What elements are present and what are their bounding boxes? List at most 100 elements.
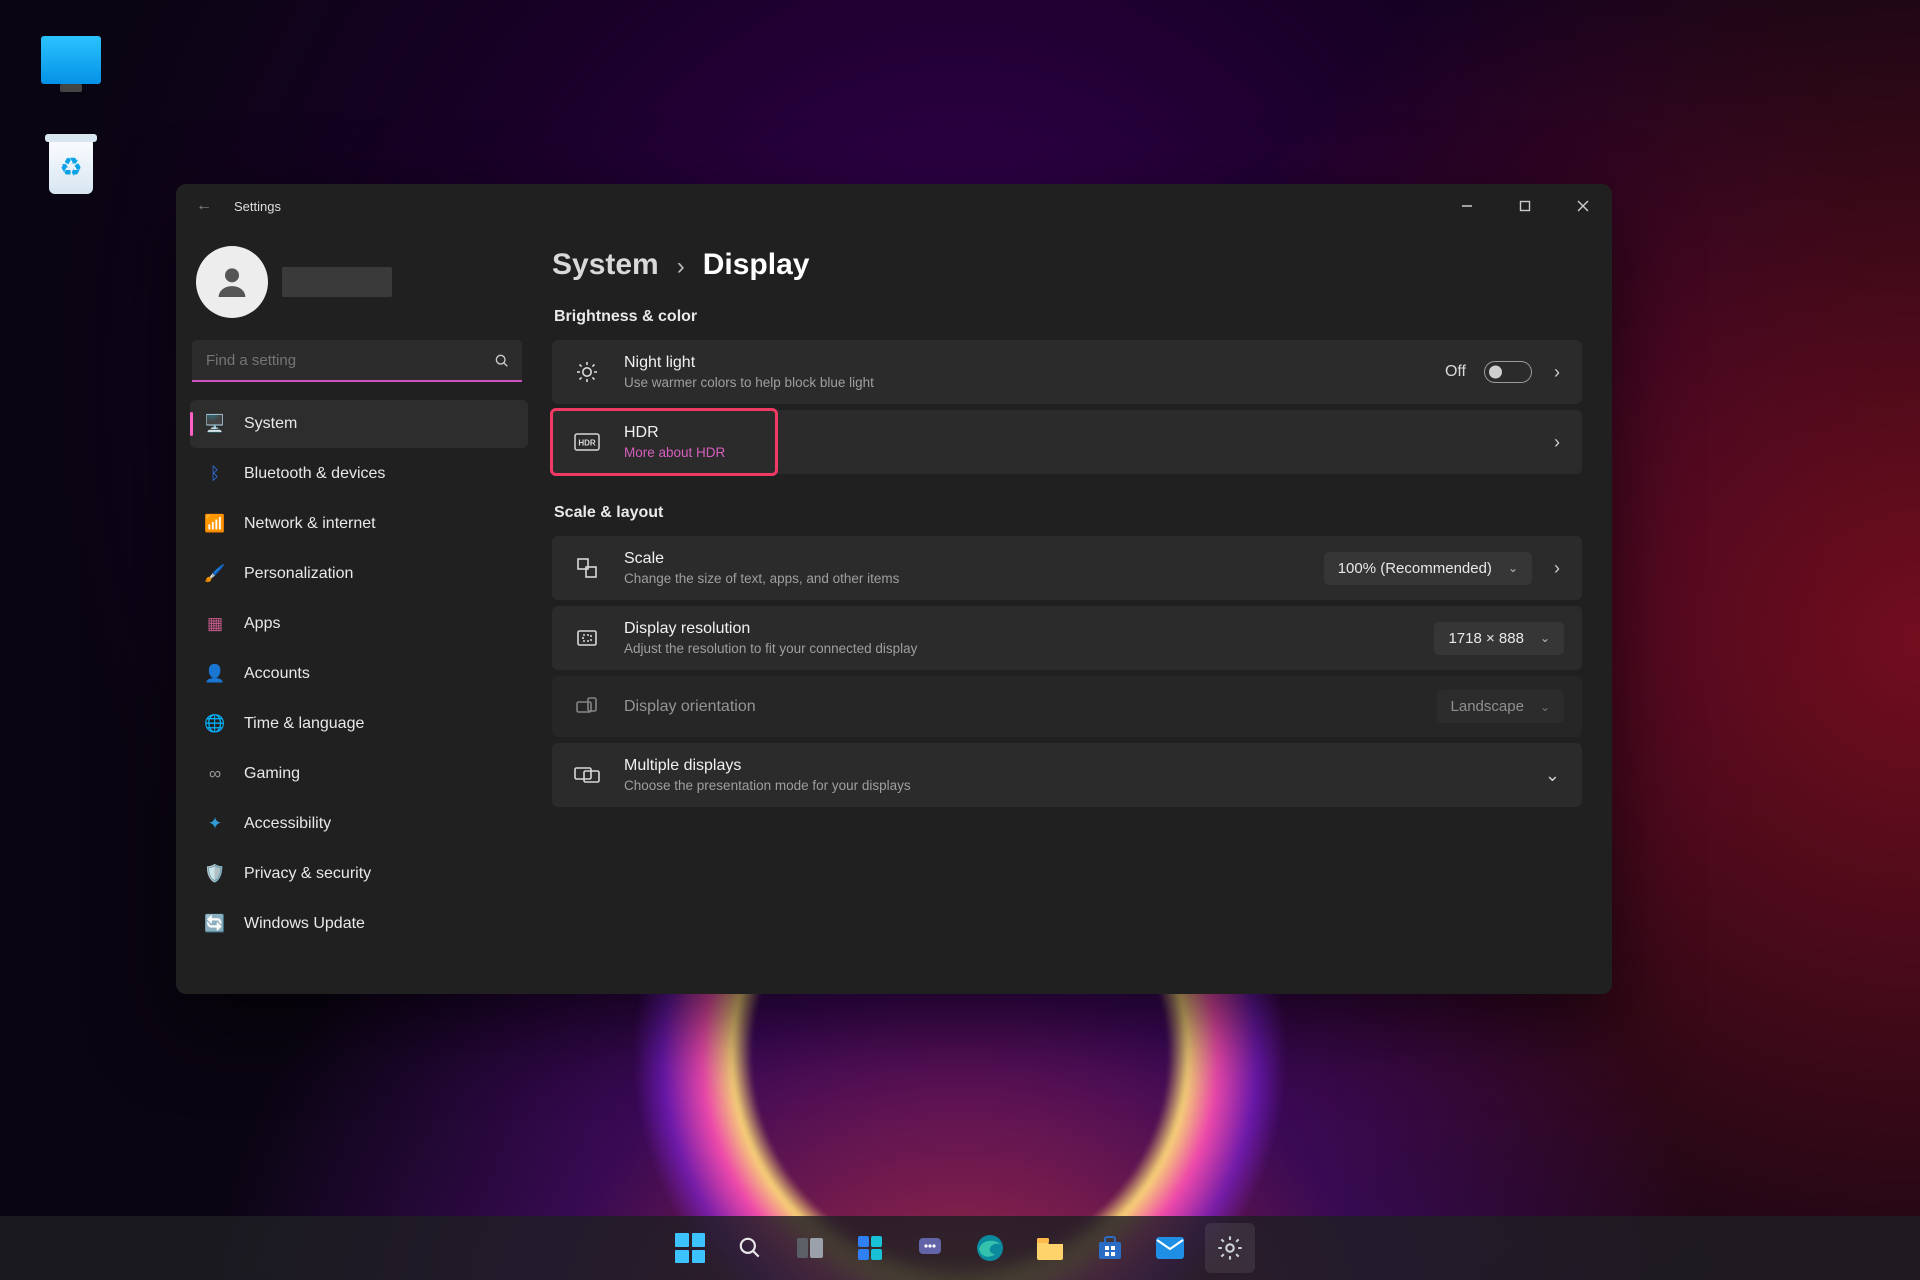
close-button[interactable] (1554, 184, 1612, 228)
window-title: Settings (234, 199, 281, 214)
chevron-right-icon: › (677, 253, 685, 281)
profile-block[interactable] (190, 238, 528, 340)
scale-dropdown[interactable]: 100% (Recommended) ⌄ (1324, 552, 1532, 585)
night-light-title: Night light (624, 354, 1425, 372)
chevron-down-icon[interactable]: ⌄ (1541, 765, 1564, 786)
minimize-button[interactable] (1438, 184, 1496, 228)
taskbar-mail[interactable] (1145, 1223, 1195, 1273)
sidebar-item-label: Accounts (244, 665, 310, 683)
monitor-icon (41, 36, 101, 84)
resolution-sub: Adjust the resolution to fit your connec… (624, 641, 1414, 656)
resolution-icon (570, 626, 604, 650)
card-scale[interactable]: Scale Change the size of text, apps, and… (552, 536, 1582, 600)
taskbar-widgets[interactable] (845, 1223, 895, 1273)
maximize-button[interactable] (1496, 184, 1554, 228)
sidebar-item-label: Gaming (244, 765, 300, 783)
night-light-state: Off (1445, 363, 1466, 381)
profile-name-redacted (282, 267, 392, 297)
orientation-title: Display orientation (624, 698, 1417, 716)
sidebar-item-system[interactable]: 🖥️System (190, 400, 528, 448)
sidebar: 🖥️System ᛒ Bluetooth & devices 📶 Network & i… (176, 228, 534, 994)
taskbar (0, 1216, 1920, 1280)
avatar-icon (196, 246, 268, 318)
chevron-right-icon[interactable]: › (1550, 362, 1564, 383)
taskbar-settings[interactable] (1205, 1223, 1255, 1273)
orientation-dropdown: Landscape ⌄ (1437, 690, 1564, 723)
multi-sub: Choose the presentation mode for your di… (624, 778, 1521, 793)
search-box[interactable] (192, 340, 522, 382)
resolution-dropdown[interactable]: 1718 × 888 ⌄ (1434, 622, 1564, 655)
chevron-down-icon: ⌄ (1508, 561, 1518, 575)
scale-title: Scale (624, 550, 1304, 568)
sidebar-item-personalization[interactable]: 🖌️ Personalization (190, 550, 528, 598)
breadcrumb-parent[interactable]: System (552, 248, 659, 282)
scale-icon (570, 556, 604, 580)
section-brightness-heading: Brightness & color (554, 308, 1582, 326)
desktop: ← Settings (0, 0, 1920, 1280)
sidebar-item-label: System (244, 415, 297, 433)
night-light-toggle[interactable] (1484, 361, 1532, 383)
multi-title: Multiple displays (624, 757, 1521, 775)
sidebar-item-label: Network & internet (244, 515, 376, 533)
taskbar-taskview[interactable] (785, 1223, 835, 1273)
night-light-icon (570, 360, 604, 384)
taskbar-store[interactable] (1085, 1223, 1135, 1273)
desktop-icon-recycle-bin[interactable] (30, 140, 112, 198)
sidebar-item-time-language[interactable]: 🌐Time & language (190, 700, 528, 748)
chevron-right-icon[interactable]: › (1550, 432, 1564, 453)
scale-value: 100% (Recommended) (1338, 560, 1492, 577)
sidebar-item-label: Apps (244, 615, 280, 633)
windows-logo-icon (675, 1233, 705, 1263)
chevron-right-icon[interactable]: › (1550, 558, 1564, 579)
chevron-down-icon: ⌄ (1540, 700, 1550, 714)
sidebar-item-accounts[interactable]: 👤 Accounts (190, 650, 528, 698)
sidebar-item-icon: 🔄 (204, 913, 226, 935)
card-resolution[interactable]: Display resolution Adjust the resolution… (552, 606, 1582, 670)
sidebar-item-label: Personalization (244, 565, 353, 583)
breadcrumb-current: Display (703, 248, 810, 282)
sidebar-item-bluetooth-devices[interactable]: ᛒ Bluetooth & devices (190, 450, 528, 498)
chevron-down-icon: ⌄ (1540, 631, 1550, 645)
sidebar-item-apps[interactable]: ▦ Apps (190, 600, 528, 648)
taskbar-search[interactable] (725, 1223, 775, 1273)
recycle-bin-icon (49, 140, 93, 194)
taskbar-explorer[interactable] (1025, 1223, 1075, 1273)
resolution-title: Display resolution (624, 620, 1414, 638)
sidebar-item-label: Windows Update (244, 915, 365, 933)
sidebar-nav: 🖥️System ᛒ Bluetooth & devices 📶 Network & i… (190, 400, 528, 948)
sidebar-item-network-internet[interactable]: 📶 Network & internet (190, 500, 528, 548)
sidebar-item-icon: ᛒ (204, 463, 226, 485)
titlebar: ← Settings (176, 184, 1612, 228)
sidebar-item-icon: 📶 (204, 513, 226, 535)
taskbar-chat[interactable] (905, 1223, 955, 1273)
desktop-icon-this-pc[interactable] (30, 36, 112, 88)
card-night-light[interactable]: Night light Use warmer colors to help bl… (552, 340, 1582, 404)
back-button[interactable]: ← (192, 197, 216, 215)
sidebar-item-icon: 👤 (204, 663, 226, 685)
orientation-value: Landscape (1451, 698, 1524, 715)
sidebar-item-gaming[interactable]: ∞ Gaming (190, 750, 528, 798)
sidebar-item-icon: ✦ (204, 813, 226, 835)
card-multiple-displays[interactable]: Multiple displays Choose the presentatio… (552, 743, 1582, 807)
hdr-title: HDR (624, 424, 1530, 442)
sidebar-item-accessibility[interactable]: ✦Accessibility (190, 800, 528, 848)
sidebar-item-icon: ∞ (204, 763, 226, 785)
search-icon (494, 353, 510, 369)
orientation-icon (570, 695, 604, 719)
sidebar-item-label: Bluetooth & devices (244, 465, 385, 483)
search-input[interactable] (192, 340, 522, 382)
sidebar-item-privacy-security[interactable]: 🛡️Privacy & security (190, 850, 528, 898)
card-orientation: Display orientation Landscape ⌄ (552, 676, 1582, 737)
hdr-sub[interactable]: More about HDR (624, 445, 1530, 460)
settings-window: ← Settings (176, 184, 1612, 994)
sidebar-item-icon: ▦ (204, 613, 226, 635)
sidebar-item-label: Privacy & security (244, 865, 371, 883)
taskbar-start[interactable] (665, 1223, 715, 1273)
card-hdr[interactable]: HDR HDR More about HDR › (552, 410, 1582, 474)
scale-sub: Change the size of text, apps, and other… (624, 571, 1304, 586)
sidebar-item-icon: 🖌️ (204, 563, 226, 585)
night-light-sub: Use warmer colors to help block blue lig… (624, 375, 1425, 390)
sidebar-item-label: Time & language (244, 715, 364, 733)
taskbar-edge[interactable] (965, 1223, 1015, 1273)
sidebar-item-windows-update[interactable]: 🔄 Windows Update (190, 900, 528, 948)
